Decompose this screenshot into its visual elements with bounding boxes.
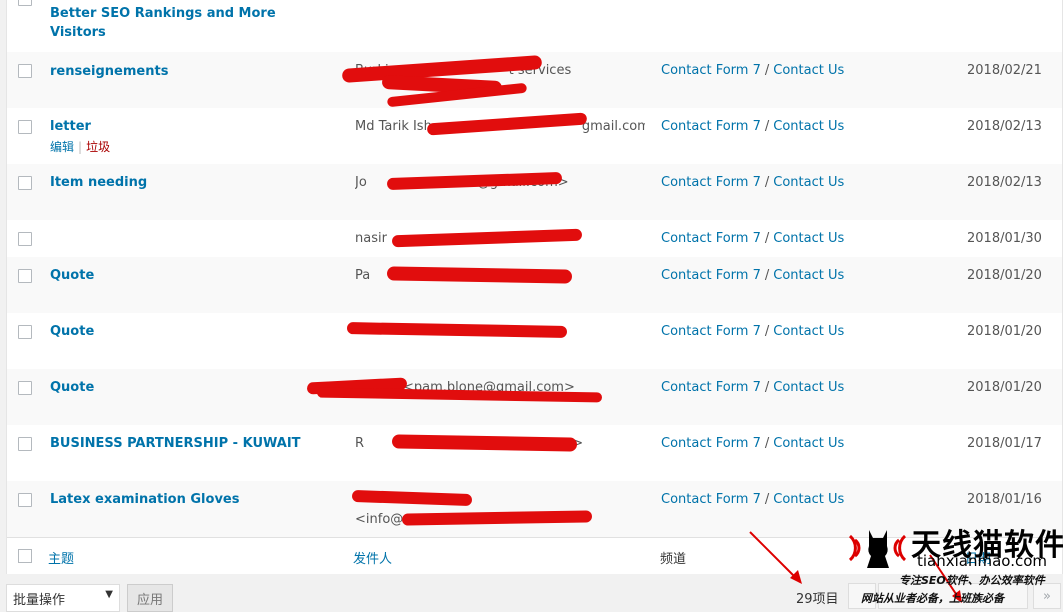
- watermark-logo: 天线猫软件 tianxianmao.com 专注SEO软件、办公效率软件 网站从…: [845, 518, 1063, 608]
- row-checkbox[interactable]: [18, 269, 32, 283]
- edit-link[interactable]: 编辑: [50, 140, 74, 154]
- item-count: 29项目: [796, 592, 839, 607]
- row-checkbox[interactable]: [18, 176, 32, 190]
- channel-form-link[interactable]: Contact Form 7: [661, 436, 761, 451]
- channel-form-link[interactable]: Contact Form 7: [661, 324, 761, 339]
- row-date: 2018/01/16: [967, 492, 1042, 507]
- watermark-tagline: 专注SEO软件、办公效率软件: [899, 574, 1045, 587]
- row-checkbox[interactable]: [18, 0, 32, 6]
- table-row: BUSINESS PARTNERSHIP - KUWAIT Rn> Contac…: [7, 425, 1062, 481]
- row-subject-link[interactable]: Better SEO Rankings and More Visitors: [50, 4, 330, 42]
- column-subject[interactable]: 主题: [48, 548, 74, 567]
- row-date: 2018/01/20: [967, 268, 1042, 283]
- row-channel: Contact Form 7/Contact Us: [661, 231, 845, 246]
- channel-page-link[interactable]: Contact Us: [773, 380, 844, 395]
- row-subject-link[interactable]: Latex examination Gloves: [50, 490, 330, 509]
- column-sender[interactable]: 发件人: [353, 548, 392, 567]
- row-subject-link[interactable]: letter: [50, 117, 330, 136]
- row-checkbox[interactable]: [18, 493, 32, 507]
- channel-form-link[interactable]: Contact Form 7: [661, 119, 761, 134]
- row-channel: Contact Form 7/Contact Us: [661, 436, 845, 451]
- row-checkbox[interactable]: [18, 120, 32, 134]
- row-subject-link[interactable]: renseignements: [50, 62, 330, 81]
- row-channel: Contact Form 7/Contact Us: [661, 268, 845, 283]
- channel-form-link[interactable]: Contact Form 7: [661, 380, 761, 395]
- channel-page-link[interactable]: Contact Us: [773, 175, 844, 190]
- row-subject-link[interactable]: BUSINESS PARTNERSHIP - KUWAIT: [50, 434, 330, 453]
- channel-page-link[interactable]: Contact Us: [773, 268, 844, 283]
- channel-page-link[interactable]: Contact Us: [773, 119, 844, 134]
- row-date: 2018/01/20: [967, 380, 1042, 395]
- channel-form-link[interactable]: Contact Form 7: [661, 231, 761, 246]
- dropdown-arrow-icon: ▼: [105, 589, 113, 600]
- row-channel: Contact Form 7/Contact Us: [661, 380, 845, 395]
- channel-page-link[interactable]: Contact Us: [773, 492, 844, 507]
- row-subject-link[interactable]: Quote: [50, 266, 330, 285]
- watermark-domain: tianxianmao.com: [917, 552, 1048, 570]
- row-date: 2018/02/21: [967, 63, 1042, 78]
- table-row: Quote Contact Form 7/Contact Us 2018/01/…: [7, 313, 1062, 369]
- row-channel: Contact Form 7/Contact Us: [661, 63, 845, 78]
- channel-page-link[interactable]: Contact Us: [773, 63, 844, 78]
- row-checkbox[interactable]: [18, 437, 32, 451]
- row-actions: 编辑 | 垃圾: [50, 140, 111, 154]
- row-channel: Contact Form 7/Contact Us: [661, 119, 845, 134]
- row-checkbox[interactable]: [18, 232, 32, 246]
- channel-page-link[interactable]: Contact Us: [773, 324, 844, 339]
- messages-table: Better SEO Rankings and More Visitors ty…: [6, 0, 1063, 574]
- row-date: 2018/01/20: [967, 324, 1042, 339]
- column-channel: 频道: [660, 552, 687, 567]
- watermark-tagline: 网站从业者必备，上班族必备: [861, 592, 1004, 605]
- channel-form-link[interactable]: Contact Form 7: [661, 492, 761, 507]
- table-row: Better SEO Rankings and More Visitors ty: [7, 0, 1062, 52]
- row-date: 2018/01/17: [967, 436, 1042, 451]
- channel-form-link[interactable]: Contact Form 7: [661, 268, 761, 283]
- channel-page-link[interactable]: Contact Us: [773, 231, 844, 246]
- row-channel: Contact Form 7/Contact Us: [661, 492, 845, 507]
- row-channel: Contact Form 7/Contact Us: [661, 324, 845, 339]
- row-subject-link[interactable]: Quote: [50, 322, 330, 341]
- row-date: 2018/01/30: [967, 231, 1042, 246]
- trash-link[interactable]: 垃圾: [86, 140, 110, 154]
- row-checkbox[interactable]: [18, 64, 32, 78]
- row-date: 2018/02/13: [967, 175, 1042, 190]
- table-row: Quote Pa Contact Form 7/Contact Us 2018/…: [7, 257, 1062, 313]
- cat-icon: [849, 530, 907, 568]
- channel-form-link[interactable]: Contact Form 7: [661, 63, 761, 78]
- row-date: 2018/02/13: [967, 119, 1042, 134]
- select-all-checkbox[interactable]: [18, 549, 32, 563]
- row-checkbox[interactable]: [18, 325, 32, 339]
- channel-form-link[interactable]: Contact Form 7: [661, 175, 761, 190]
- row-subject-link[interactable]: Item needing: [50, 173, 330, 192]
- row-channel: Contact Form 7/Contact Us: [661, 175, 845, 190]
- channel-page-link[interactable]: Contact Us: [773, 436, 844, 451]
- row-subject-link[interactable]: Quote: [50, 378, 330, 397]
- row-checkbox[interactable]: [18, 381, 32, 395]
